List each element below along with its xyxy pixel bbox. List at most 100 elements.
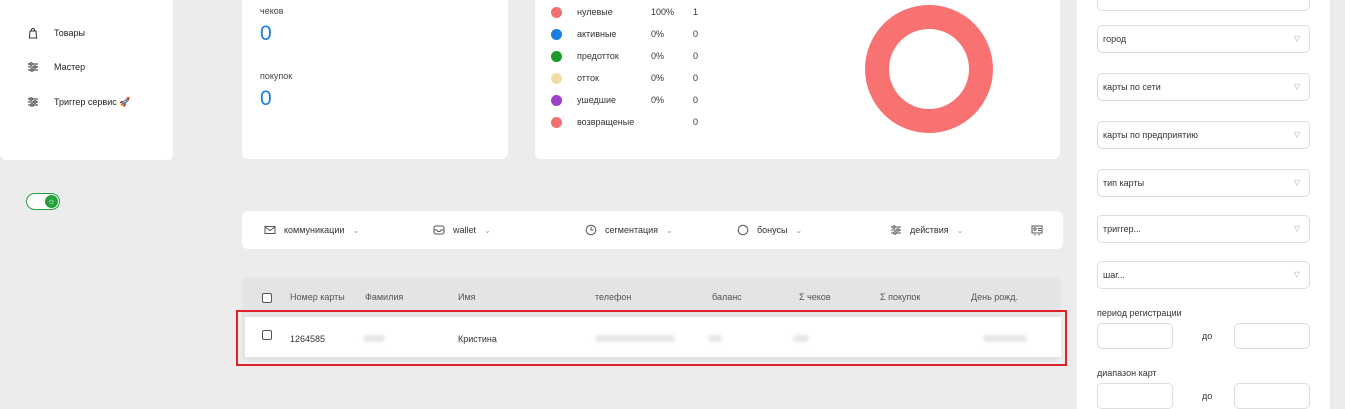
- filter-select-network-cards[interactable]: карты по сети ▽: [1097, 73, 1310, 101]
- segment-percent: 0%: [651, 51, 665, 61]
- chevron-down-icon: ⌄: [795, 225, 803, 235]
- column-header[interactable]: Σ чеков: [799, 292, 831, 302]
- nav-item-master[interactable]: Мастер: [26, 60, 85, 74]
- segment-count: 0: [693, 51, 699, 61]
- column-header[interactable]: День рожд.: [971, 292, 1018, 302]
- filter-select-card-type[interactable]: тип карты ▽: [1097, 169, 1310, 197]
- chevron-down-icon: ⌄: [484, 225, 491, 235]
- segment-percent: 100%: [651, 7, 675, 17]
- segment-percent: 0%: [651, 29, 665, 39]
- select-label: шаг...: [1103, 270, 1125, 280]
- toolbar-label: бонусы: [757, 225, 788, 235]
- column-header[interactable]: Σ покупок: [880, 292, 920, 302]
- donut-slice-null: [865, 5, 993, 133]
- segment-percent: 0%: [651, 95, 665, 105]
- toolbar-segmentation[interactable]: сегментация ⌄: [585, 211, 673, 249]
- nav-card: Товары Мастер Триггер сервис 🚀: [0, 0, 173, 160]
- registration-to-input[interactable]: [1234, 323, 1310, 349]
- segment-row: отток 0% 0: [551, 71, 698, 85]
- segment-row: нулевые 100% 1: [551, 5, 698, 19]
- nav-item-products[interactable]: Товары: [26, 26, 85, 40]
- toolbar-actions[interactable]: действия ⌄: [890, 211, 963, 249]
- card-range-to-input[interactable]: [1234, 383, 1310, 409]
- filter-select-partial[interactable]: [1097, 0, 1310, 11]
- segment-count: 0: [693, 117, 699, 127]
- segment-name: ушедшие: [577, 95, 617, 105]
- card-range-label: диапазон карт: [1097, 368, 1157, 378]
- chevron-down-icon: ▽: [1293, 130, 1300, 139]
- nav-item-label: Триггер сервис 🚀: [54, 96, 131, 107]
- to-label: до: [1202, 331, 1213, 341]
- segment-name: предотток: [577, 51, 619, 61]
- export-button[interactable]: [1031, 211, 1051, 249]
- segment-name: активные: [577, 29, 617, 39]
- segment-color-dot: [551, 50, 562, 62]
- segment-color-dot: [551, 116, 562, 128]
- chevron-down-icon: ⌄: [352, 225, 360, 235]
- card-range-from-input[interactable]: [1097, 383, 1173, 409]
- toolbar-communications[interactable]: коммуникации ⌄: [264, 211, 359, 249]
- segment-percent: 0%: [651, 73, 665, 83]
- chevron-down-icon: ▽: [1293, 82, 1300, 91]
- filter-select-trigger[interactable]: триггер... ▽: [1097, 215, 1310, 243]
- wallet-icon: [433, 224, 445, 236]
- selected-row-highlight: [236, 310, 1067, 366]
- segment-color-dot: [551, 28, 562, 40]
- checks-label: чеков: [260, 6, 284, 16]
- chevron-down-icon: ⌄: [666, 225, 673, 235]
- sun-icon: ☼: [45, 195, 58, 208]
- sliders-icon: [26, 60, 40, 74]
- select-label: тип карты: [1103, 178, 1145, 188]
- column-header[interactable]: Фамилия: [365, 292, 403, 302]
- segment-row: предотток 0% 0: [551, 49, 698, 63]
- select-label: триггер...: [1103, 224, 1142, 234]
- chevron-down-icon: ⌄: [956, 225, 964, 235]
- segment-name: возвращеные: [577, 117, 635, 127]
- filter-select-enterprise-cards[interactable]: карты по предприятию ▽: [1097, 121, 1310, 149]
- nav-item-label: Мастер: [54, 62, 86, 72]
- chevron-down-icon: ▽: [1293, 270, 1300, 279]
- nav-item-label: Товары: [54, 28, 85, 38]
- column-header[interactable]: баланс: [712, 292, 742, 302]
- toolbar-label: сегментация: [605, 225, 659, 235]
- chevron-down-icon: ▽: [1293, 34, 1300, 43]
- segment-color-dot: [551, 6, 562, 18]
- select-all-checkbox[interactable]: [262, 293, 272, 303]
- mail-icon: [264, 224, 276, 236]
- filter-select-step[interactable]: шаг... ▽: [1097, 261, 1310, 289]
- filters-panel: город ▽ карты по сети ▽ карты по предприят…: [1077, 0, 1330, 409]
- column-header[interactable]: телефон: [595, 292, 631, 302]
- filter-select-city[interactable]: город ▽: [1097, 25, 1310, 53]
- actions-toolbar: коммуникации ⌄ wallet ⌄ сегментация ⌄ бонус…: [242, 211, 1063, 249]
- segments-donut-chart: [865, 5, 993, 133]
- column-header[interactable]: Номер карты: [290, 292, 345, 302]
- toolbar-label: wallet: [453, 225, 477, 235]
- circle-icon: [737, 224, 749, 236]
- toolbar-wallet[interactable]: wallet ⌄: [433, 211, 491, 249]
- segment-row: ушедшие 0% 0: [551, 93, 698, 107]
- sliders-icon: [26, 95, 40, 109]
- nav-item-trigger-service[interactable]: Триггер сервис 🚀: [26, 95, 130, 109]
- registration-period-label: период регистрации: [1097, 308, 1182, 318]
- toolbar-bonuses[interactable]: бонусы ⌄: [737, 211, 802, 249]
- segment-count: 1: [693, 7, 699, 17]
- toolbar-label: действия: [910, 225, 949, 235]
- select-label: карты по сети: [1103, 82, 1161, 92]
- to-label: до: [1202, 391, 1213, 401]
- segment-count: 0: [693, 73, 699, 83]
- segment-color-dot: [551, 94, 562, 106]
- segment-count: 0: [693, 29, 699, 39]
- toolbar-label: коммуникации: [284, 225, 345, 235]
- column-header[interactable]: Имя: [458, 292, 476, 302]
- theme-toggle[interactable]: ☼: [26, 193, 60, 210]
- bag-icon: [26, 26, 40, 40]
- clock-icon: [585, 224, 597, 236]
- chevron-down-icon: ▽: [1293, 224, 1300, 233]
- select-label: карты по предприятию: [1103, 130, 1199, 140]
- purchases-value: 0: [260, 87, 272, 110]
- segment-row: активные 0% 0: [551, 27, 698, 41]
- registration-from-input[interactable]: [1097, 323, 1173, 349]
- purchases-label: покупок: [260, 71, 293, 81]
- segment-row: возвращеные 0: [551, 115, 698, 129]
- segment-color-dot: [551, 72, 562, 84]
